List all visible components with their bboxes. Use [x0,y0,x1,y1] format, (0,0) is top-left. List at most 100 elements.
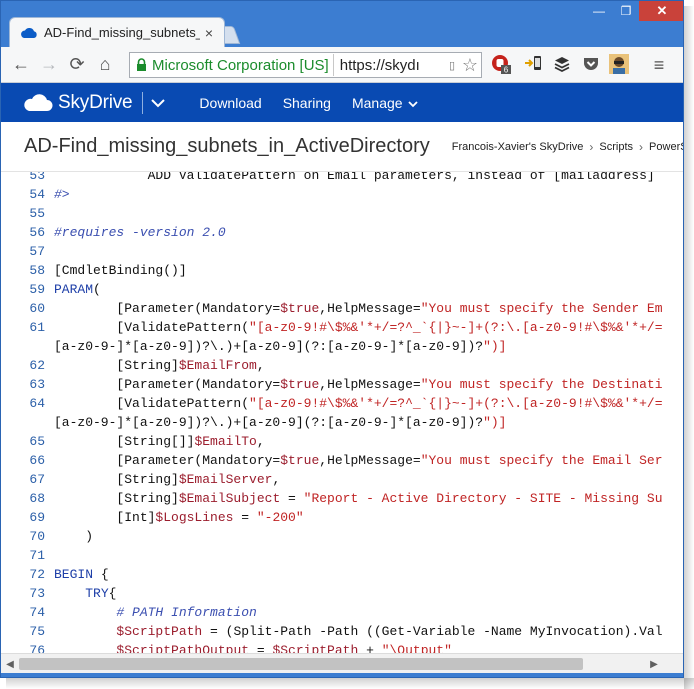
manage-menu[interactable]: Manage [351,94,419,111]
close-window-button[interactable]: ✕ [639,1,683,21]
code-line: TRY{ [85,586,117,601]
line-number: 69 [29,510,45,525]
line-number: 63 [29,377,45,392]
tab-close-icon[interactable]: × [200,25,218,41]
user-avatar-icon[interactable] [606,51,632,77]
skydrive-cloud-icon [20,27,38,39]
maximize-button[interactable]: ❐ [613,1,639,21]
breadcrumb-separator-icon: › [589,139,594,154]
line-number: 62 [29,358,45,373]
pocket-icon[interactable] [578,51,604,77]
code-line: [Parameter(Mandatory=$true,HelpMessage="… [54,301,663,316]
ev-certificate-label: Microsoft Corporation [US] [152,56,329,74]
code-line: [a-z0-9-]*[a-z0-9])?\.)+[a-z0-9](?:[a-z0… [54,415,507,430]
lock-icon [137,58,146,71]
line-number: 66 [29,453,45,468]
url-text[interactable]: https://skydı [334,57,445,74]
line-number: 64 [29,396,45,411]
line-number: 74 [29,605,45,620]
buffer-stack-icon[interactable] [549,51,575,77]
ev-certificate-badge[interactable]: Microsoft Corporation [US] [132,54,334,76]
skydrive-logo-text: SkyDrive [58,91,133,113]
line-number: 59 [29,282,45,297]
adblock-extension-icon[interactable]: 6 [488,51,514,77]
breadcrumb-skydrive[interactable]: Francois-Xavier's SkyDrive [452,141,584,153]
manage-label: Manage [351,94,403,111]
line-number: 60 [29,301,45,316]
line-number: 68 [29,491,45,506]
page-action-icon[interactable]: ▯ [445,59,459,72]
header-divider [142,91,144,114]
code-line: [String[]]$EmailTo, [54,434,265,449]
forward-arrow-icon[interactable]: → [35,51,63,79]
apps-chevron-icon[interactable] [151,95,169,111]
code-line: $ScriptPathOutput = $ScriptPath + "\Outp… [116,643,452,653]
code-line: [CmdletBinding()] [54,263,187,278]
line-number: 55 [29,206,45,221]
scrollbar-thumb[interactable] [19,658,583,670]
skydrive-logo[interactable]: SkyDrive [23,91,133,114]
line-number: 72 [29,567,45,582]
code-viewer[interactable]: 53 ADD ValidatePattern on Email paramete… [1,172,683,653]
code-line: [a-z0-9-]*[a-z0-9])?\.)+[a-z0-9](?:[a-z0… [54,339,507,354]
code-line: [String]$EmailFrom, [54,358,265,373]
breadcrumb: Francois-Xavier's SkyDrive › Scripts › P… [452,139,683,154]
line-number: 76 [29,643,45,653]
window-shadow [684,6,694,689]
code-line: BEGIN { [54,567,109,582]
minimize-button[interactable]: — [585,1,613,21]
chrome-menu-icon[interactable]: ≡ [645,51,673,79]
code-line: [ValidatePattern("[a-z0-9!#\$%&'*+/=?^_`… [54,320,663,335]
download-link[interactable]: Download [199,95,261,111]
file-title-bar: AD-Find_missing_subnets_in_ActiveDirecto… [1,122,683,172]
line-number: 65 [29,434,45,449]
line-number: 73 [29,586,45,601]
code-line: [Parameter(Mandatory=$true,HelpMessage="… [54,453,663,468]
horizontal-scrollbar[interactable]: ◀ ▶ [1,653,683,673]
line-number: 75 [29,624,45,639]
breadcrumb-separator-icon: › [639,139,644,154]
home-icon[interactable]: ⌂ [91,51,119,79]
code-line: #> [54,187,70,202]
back-arrow-icon[interactable]: ← [7,51,35,79]
code-line: [String]$EmailServer, [54,472,281,487]
window-shadow [6,678,694,689]
file-title: AD-Find_missing_subnets_in_ActiveDirecto… [24,135,430,157]
send-to-device-icon[interactable] [520,51,546,77]
code-line: PARAM( [54,282,101,297]
tab-title: AD-Find_missing_subnets_in_ActiveD [44,25,200,40]
code-line: ) [54,529,94,544]
line-number: 71 [29,548,45,563]
line-number: 58 [29,263,45,278]
line-number: 56 [29,225,45,240]
line-number: 67 [29,472,45,487]
browser-tab[interactable]: AD-Find_missing_subnets_in_ActiveD × [9,17,225,47]
code-line: [String]$EmailSubject = "Report - Active… [54,491,663,506]
tab-strip: AD-Find_missing_subnets_in_ActiveD × — ❐… [1,1,683,47]
skydrive-header: SkyDrive Download Sharing Manage [1,83,683,122]
breadcrumb-powershell[interactable]: PowerS [649,141,683,153]
code-line: ADD ValidatePattern on Email parameters,… [54,172,655,183]
line-number: 61 [29,320,45,335]
line-number: 57 [29,244,45,259]
skydrive-cloud-logo-icon [24,93,53,111]
code-line: #requires -version 2.0 [54,225,226,240]
address-bar[interactable]: Microsoft Corporation [US] https://skydı… [129,52,482,78]
code-line: [ValidatePattern("[a-z0-9!#\$%&'*+/=?^_`… [54,396,663,411]
scroll-right-icon[interactable]: ▶ [647,657,661,671]
scroll-left-icon[interactable]: ◀ [3,657,17,671]
reload-icon[interactable]: ⟳ [63,51,91,79]
bookmark-star-icon[interactable]: ☆ [459,55,481,76]
line-number: 54 [29,187,45,202]
code-line: $ScriptPath = (Split-Path -Path ((Get-Va… [116,624,663,639]
manage-chevron-icon [408,101,419,108]
code-line: [Parameter(Mandatory=$true,HelpMessage="… [54,377,663,392]
code-line: [Int]$LogsLines = "-200" [54,510,304,525]
window-controls: — ❐ ✕ [585,1,683,21]
code-line: # PATH Information [54,605,257,620]
breadcrumb-scripts[interactable]: Scripts [599,141,633,153]
line-number: 70 [29,529,45,544]
browser-window: AD-Find_missing_subnets_in_ActiveD × — ❐… [0,0,684,678]
sharing-link[interactable]: Sharing [283,95,331,111]
browser-toolbar: ← → ⟳ ⌂ Microsoft Corporation [US] https… [1,47,683,83]
